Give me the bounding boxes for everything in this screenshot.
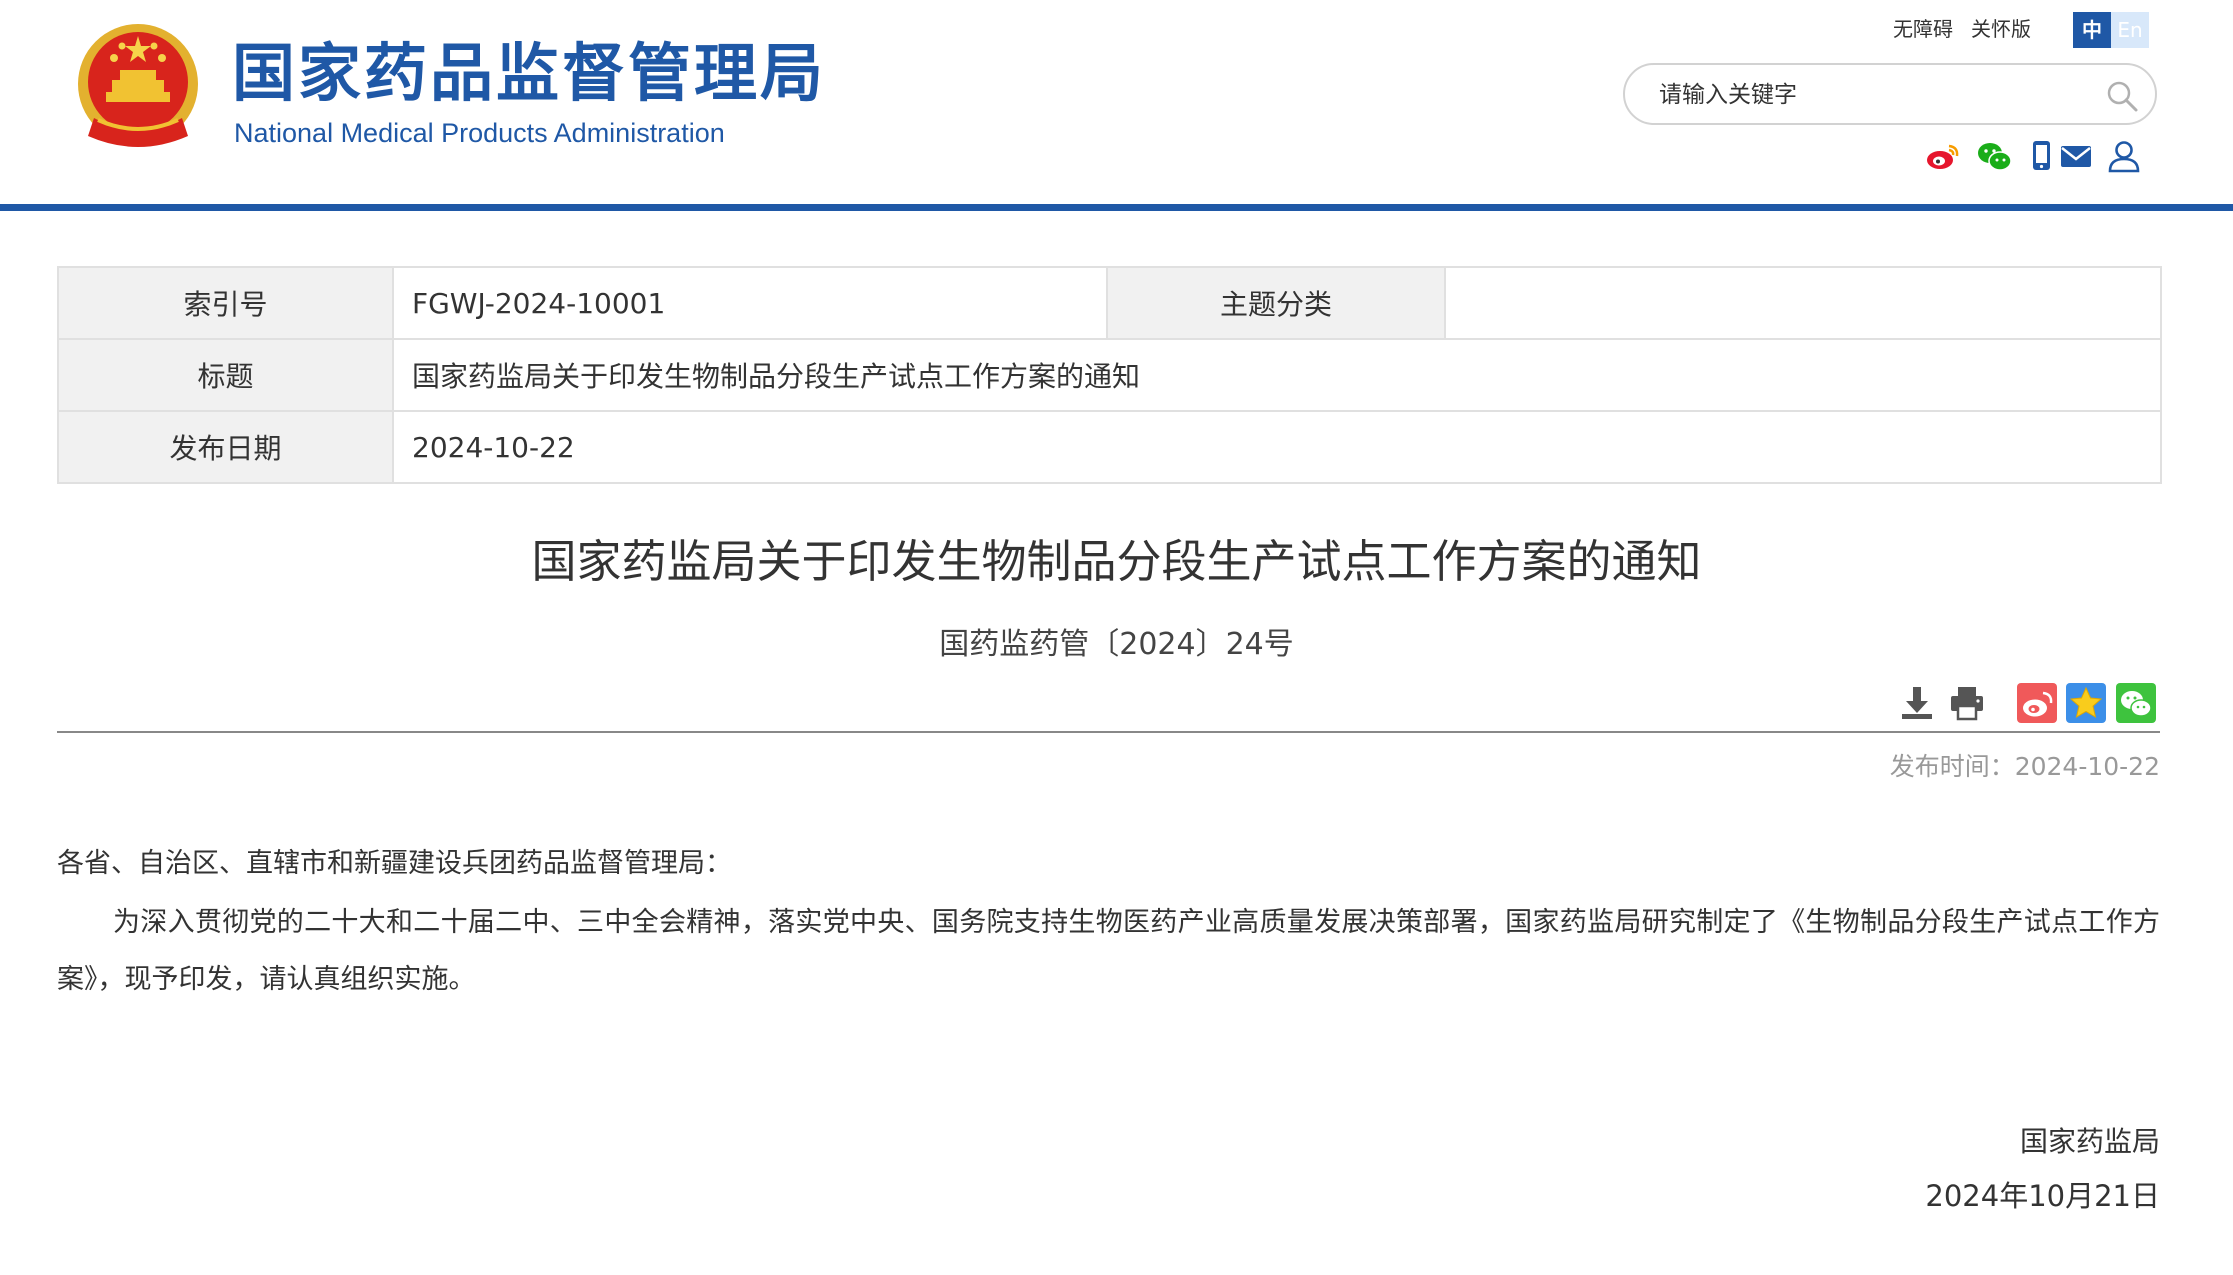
download-icon[interactable] — [1897, 683, 1937, 723]
header-divider-bar — [0, 204, 2233, 211]
mobile-icon[interactable] — [2024, 138, 2060, 174]
title-label: 标题 — [57, 338, 394, 412]
weibo-icon[interactable] — [1925, 138, 1961, 174]
search-input[interactable] — [1659, 77, 2079, 113]
article-title: 国家药监局关于印发生物制品分段生产试点工作方案的通知 — [531, 535, 1702, 588]
lang-cn-button[interactable]: 中 — [2073, 12, 2111, 48]
national-emblem-icon — [78, 24, 198, 147]
print-icon[interactable] — [1947, 683, 1987, 723]
document-number: 国药监药管〔2024〕24号 — [939, 627, 1294, 662]
favorite-icon[interactable] — [2066, 683, 2106, 723]
index-value: FGWJ-2024-10001 — [392, 266, 1108, 340]
wechat-icon[interactable] — [1976, 138, 2012, 174]
topic-value — [1444, 266, 2162, 340]
salutation: 各省、自治区、直辖市和新疆建设兵团药品监督管理局： — [57, 848, 732, 879]
page: 国家药品监督管理局 National Medical Products Admi… — [0, 0, 2233, 1275]
search-box — [1623, 63, 2157, 125]
site-title-en: National Medical Products Administration — [234, 118, 725, 148]
weibo-share-icon[interactable] — [2017, 683, 2057, 723]
article-divider — [57, 731, 2160, 733]
topic-label: 主题分类 — [1106, 266, 1446, 340]
lang-en-button[interactable]: En — [2111, 12, 2149, 48]
table-row: 标题 国家药监局关于印发生物制品分段生产试点工作方案的通知 — [57, 338, 2162, 412]
publish-time-label: 发布时间： — [1889, 752, 2015, 781]
site-header: 国家药品监督管理局 National Medical Products Admi… — [0, 0, 2233, 208]
document-info-table: 索引号 FGWJ-2024-10001 主题分类 标题 国家药监局关于印发生物制… — [57, 266, 2162, 484]
publish-time-value: 2024-10-22 — [2014, 752, 2160, 781]
signature-date: 2024年10月21日 — [1925, 1179, 2160, 1213]
site-title-cn: 国家药品监督管理局 — [232, 37, 826, 110]
table-row: 发布日期 2024-10-22 — [57, 410, 2162, 484]
publish-time: 发布时间：2024-10-22 — [1890, 750, 2160, 784]
index-label: 索引号 — [57, 266, 394, 340]
date-label: 发布日期 — [57, 410, 394, 484]
signature-agency: 国家药监局 — [2019, 1125, 2160, 1158]
date-value: 2024-10-22 — [392, 410, 2162, 484]
title-value: 国家药监局关于印发生物制品分段生产试点工作方案的通知 — [392, 338, 2162, 412]
body-paragraph: 为深入贯彻党的二十大和二十届二中、三中全会精神，落实党中央、国务院支持生物医药产… — [57, 907, 2160, 995]
accessibility-link[interactable]: 无障碍 — [1893, 16, 1953, 42]
search-icon[interactable] — [2105, 79, 2139, 113]
wechat-share-icon[interactable] — [2116, 683, 2156, 723]
table-row: 索引号 FGWJ-2024-10001 主题分类 — [57, 266, 2162, 340]
mail-icon[interactable] — [2058, 138, 2094, 174]
elder-mode-link[interactable]: 关怀版 — [1971, 16, 2031, 42]
user-icon[interactable] — [2106, 138, 2142, 174]
